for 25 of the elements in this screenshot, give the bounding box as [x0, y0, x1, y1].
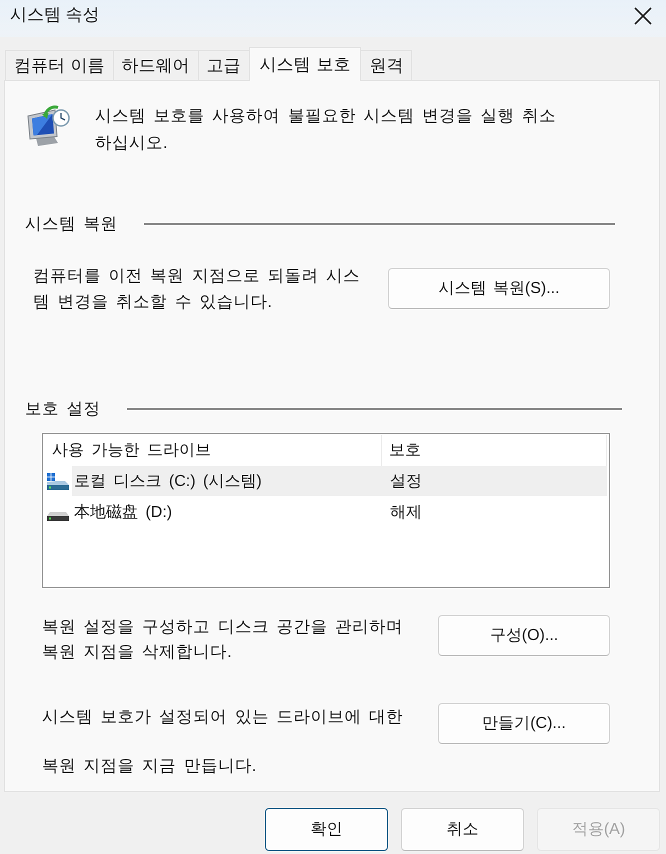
restore-description: 컴퓨터를 이전 복원 지점으로 되돌려 시스 템 변경을 취소할 수 있습니다.	[33, 266, 361, 313]
intro-text: 시스템 보호를 사용하여 불필요한 시스템 변경을 실행 취소 하십시오.	[95, 106, 556, 154]
drive-row[interactable]: 本地磁盘 (D:) 해제	[72, 497, 607, 527]
tab[interactable]: 시스템 보호	[248, 47, 362, 81]
window-title: 시스템 속성	[10, 4, 100, 26]
group-heading: 보호 설정	[25, 399, 101, 420]
system-restore-button[interactable]: 시스템 복원(S)...	[388, 268, 610, 309]
drive-icon	[47, 512, 69, 521]
configure-button[interactable]: 구성(O)...	[438, 615, 610, 656]
tab[interactable]: 원격	[360, 50, 412, 80]
dialog-button[interactable]: 취소	[401, 808, 524, 851]
create-description: 시스템 보호가 설정되어 있는 드라이브에 대한 복원 지점을 지금 만듭니다.	[42, 707, 404, 777]
dialog-button[interactable]: 확인	[265, 808, 388, 851]
system-drive-icon	[47, 473, 69, 490]
close-icon	[634, 6, 652, 24]
tab[interactable]: 컴퓨터 이름	[5, 50, 114, 80]
monitor-clock-icon	[25, 105, 71, 147]
drive-row[interactable]: 로컬 디스크 (C:) (시스템) 설정	[72, 466, 607, 496]
configure-description: 복원 설정을 구성하고 디스크 공간을 관리하며 복원 지점을 삭제합니다.	[42, 617, 404, 663]
table-cell-text: 설정	[389, 472, 422, 492]
create-button[interactable]: 만들기(C)...	[438, 703, 610, 744]
table-cell-text: 本地磁盘 (D:)	[73, 502, 174, 522]
group-heading: 시스템 복원	[25, 214, 118, 235]
table-cell-text: 로컬 디스크 (C:) (시스템)	[73, 472, 263, 492]
table-cell-text: 해제	[389, 502, 422, 522]
